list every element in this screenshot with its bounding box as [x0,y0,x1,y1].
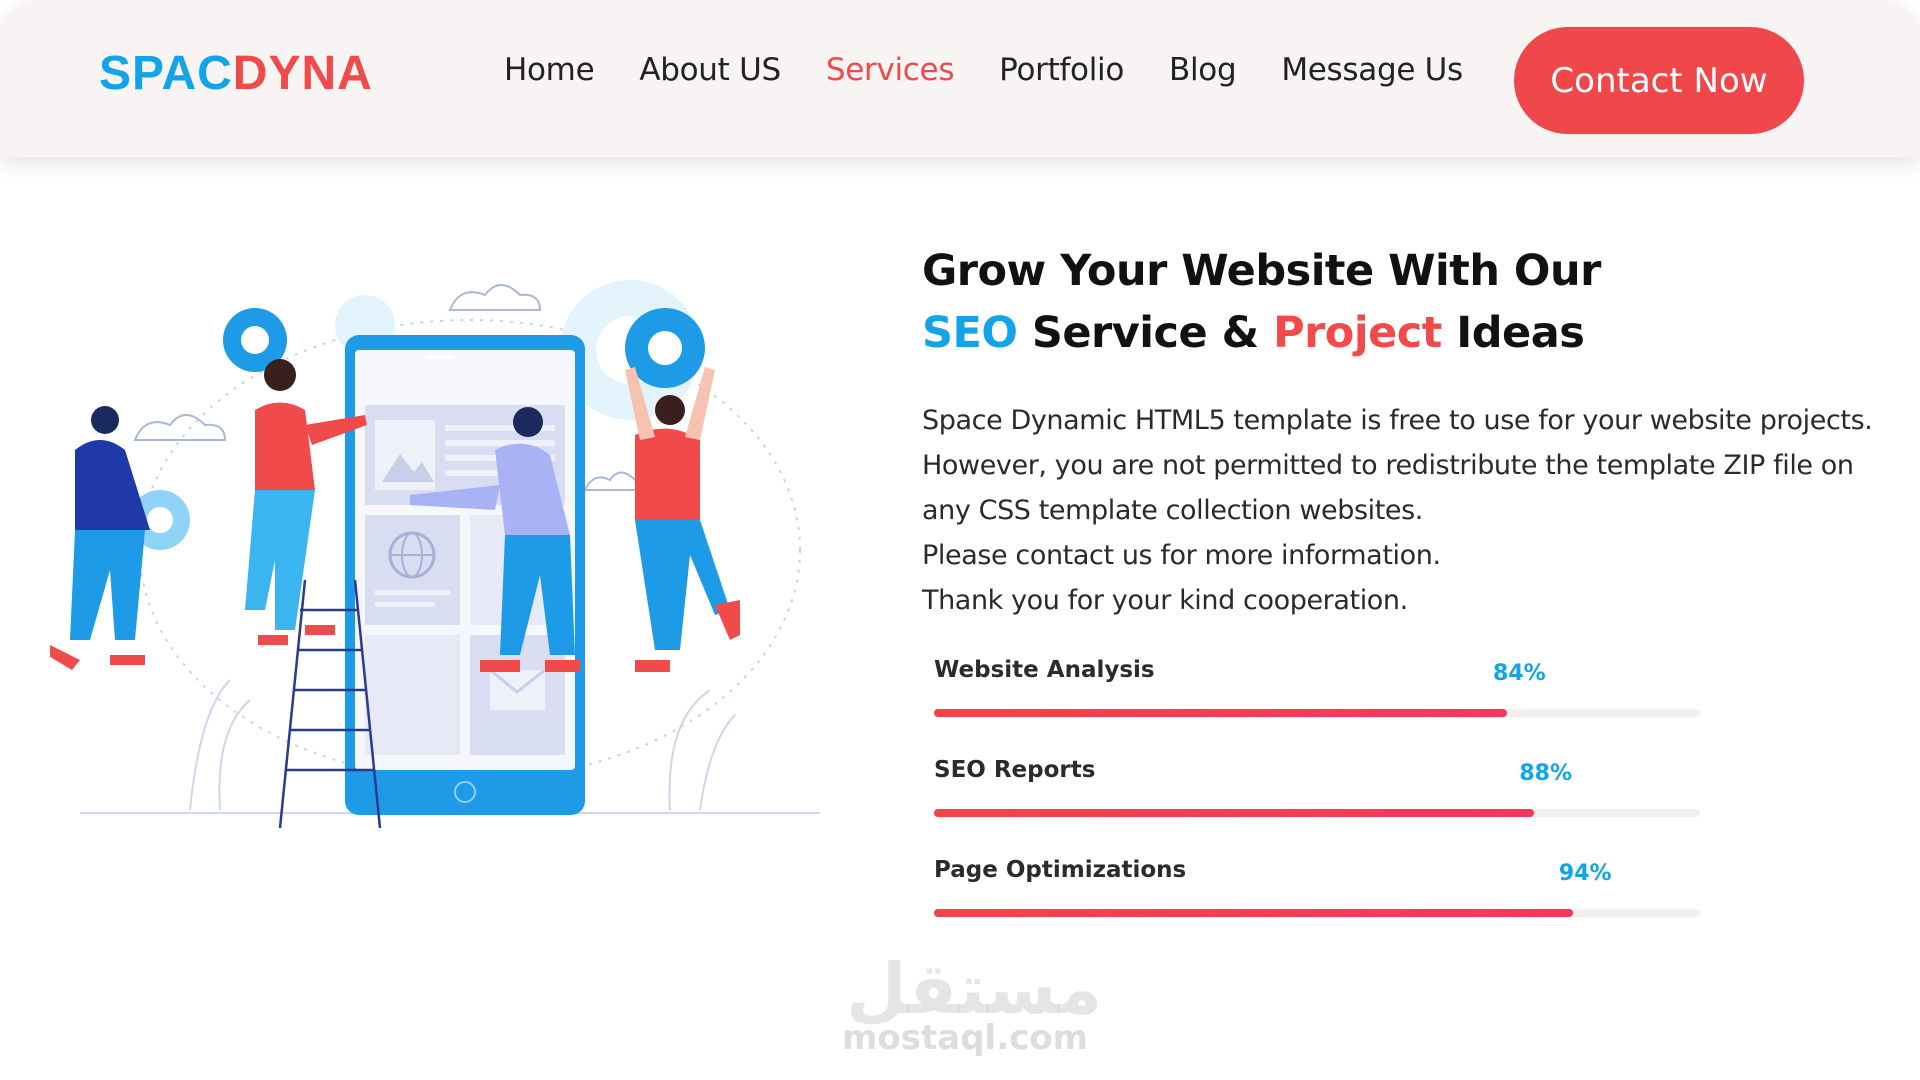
skill-page-optimizations: Page Optimizations 94% [934,857,1700,937]
person-figure [50,406,150,670]
description-line: Please contact us for more information. [922,540,1441,571]
hero-description: Space Dynamic HTML5 template is free to … [922,398,1873,623]
progress-track [934,709,1700,717]
logo-part-2: DYNA [232,47,373,100]
seo-team-illustration [50,280,820,829]
nav-services[interactable]: Services [826,52,955,88]
nav-about-us[interactable]: About US [639,52,781,88]
contact-now-button[interactable]: Contact Now [1514,27,1804,134]
progress-fill [934,909,1574,917]
nav-blog[interactable]: Blog [1169,52,1237,88]
logo-part-1: SPAC [99,47,233,100]
skill-percent: 84% [1493,661,1546,686]
skill-label: SEO Reports [934,757,1096,783]
headline-project: Project [1273,308,1442,358]
progress-track [934,909,1700,917]
headline-mid: Service & [1017,308,1274,358]
person-figure [625,367,740,672]
skill-label: Page Optimizations [934,857,1187,883]
headline-end: Ideas [1441,308,1585,358]
headline-seo: SEO [922,308,1018,358]
nav-portfolio[interactable]: Portfolio [999,52,1124,88]
description-line: However, you are not permitted to redist… [922,450,1854,481]
hero-headline: Grow Your Website With Our SEO Service &… [922,240,1822,364]
progress-fill [934,709,1508,717]
description-line: Thank you for your kind cooperation. [922,585,1408,616]
skill-seo-reports: SEO Reports 88% [934,757,1700,837]
logo[interactable]: SPACDYNA [99,46,373,101]
progress-track [934,809,1700,817]
headline-line-2: SEO Service & Project Ideas [922,302,1822,364]
skill-percent: 88% [1519,761,1573,786]
main-nav: Home About US Services Portfolio Blog Me… [504,52,1463,88]
progress-fill [934,809,1534,817]
watermark-latin: mostaql.com [842,1018,1089,1058]
description-line: any CSS template collection websites. [922,495,1423,526]
skill-percent: 94% [1558,861,1612,886]
cloud-icon [133,414,227,441]
headline-line-1: Grow Your Website With Our [922,246,1601,296]
site-header: SPACDYNA Home About US Services Portfoli… [0,0,1920,157]
cloud-icon [448,284,542,311]
skill-website-analysis: Website Analysis 84% [934,657,1700,737]
skill-label: Website Analysis [934,657,1155,683]
nav-home[interactable]: Home [504,52,595,88]
nav-message-us[interactable]: Message Us [1281,52,1463,88]
description-line: Space Dynamic HTML5 template is free to … [922,405,1873,436]
